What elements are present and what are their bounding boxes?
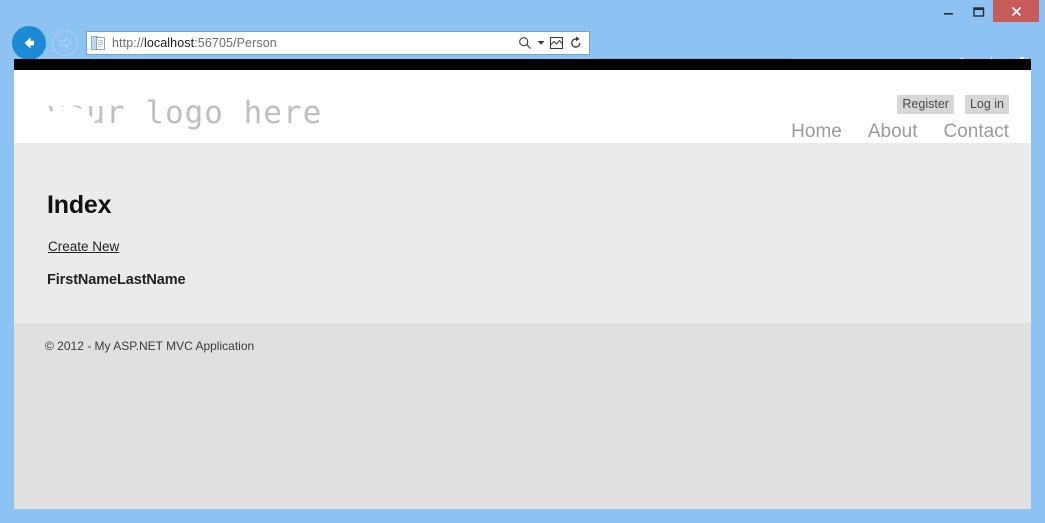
register-link[interactable]: Register [897, 95, 954, 114]
window-controls [933, 0, 1039, 22]
maximize-button[interactable] [963, 0, 993, 22]
refresh-icon [570, 36, 580, 48]
back-button[interactable] [12, 26, 46, 60]
auth-links: Register Log in [897, 95, 1009, 114]
url-host: localhost [143, 36, 195, 50]
search-dropdown-button[interactable] [535, 33, 546, 53]
footer-copyright: © 2012 - My ASP.NET MVC Application [45, 339, 255, 353]
page-title: Index [47, 191, 112, 219]
forward-button[interactable] [52, 30, 78, 56]
chevron-down-icon [537, 41, 544, 45]
refresh-button[interactable] [567, 33, 584, 53]
address-bar-icons [516, 33, 589, 53]
forward-arrow-icon [59, 37, 72, 49]
create-new-link[interactable]: Create New [48, 239, 119, 254]
browser-window: http://localhost:56705/Person your logo … [0, 0, 1045, 523]
compatibility-view-button[interactable] [548, 33, 565, 53]
address-bar[interactable]: http://localhost:56705/Person [86, 31, 590, 55]
page-viewport: your logo here Register Log in Home Abou… [14, 59, 1031, 509]
url-scheme: http:// [112, 36, 144, 50]
site-nav: Home About Contact [791, 121, 1009, 143]
address-url-text: http://localhost:56705/Person [112, 36, 516, 50]
site-footer: © 2012 - My ASP.NET MVC Application [14, 323, 1031, 509]
site-header: your logo here Register Log in Home Abou… [14, 70, 1031, 143]
site-top-band [14, 59, 1031, 70]
close-icon [1011, 6, 1021, 16]
search-magnifier-icon [518, 37, 531, 49]
nav-contact[interactable]: Contact [944, 121, 1009, 143]
maximize-icon [972, 6, 984, 17]
title-bar [0, 0, 1045, 25]
search-button[interactable] [516, 33, 533, 53]
minimize-button[interactable] [933, 0, 963, 22]
site-main-content: Index Create New FirstNameLastName [14, 143, 1031, 323]
compatibility-view-icon [549, 36, 564, 50]
nav-home[interactable]: Home [791, 121, 842, 143]
table-header-row: FirstNameLastName [47, 272, 186, 288]
nav-about[interactable]: About [868, 121, 918, 143]
back-arrow-icon [24, 37, 34, 49]
minimize-icon [943, 12, 953, 15]
close-button[interactable] [993, 0, 1039, 22]
page-icon [91, 35, 105, 50]
login-link[interactable]: Log in [964, 95, 1009, 114]
navigation-bar: http://localhost:56705/Person [0, 25, 1045, 85]
url-path: :56705/Person [194, 36, 277, 50]
